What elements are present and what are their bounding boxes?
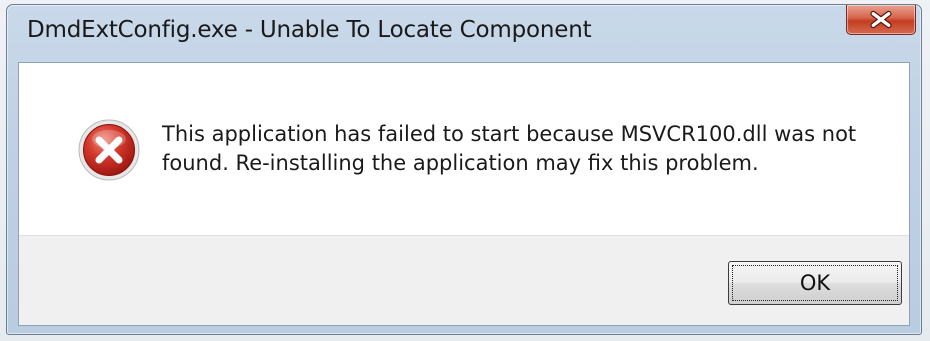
ok-button[interactable]: OK (728, 261, 902, 305)
message-panel: This application has failed to start bec… (19, 63, 909, 235)
close-button[interactable] (846, 5, 916, 35)
button-bar: OK (19, 235, 909, 325)
error-message: This application has failed to start bec… (162, 122, 857, 175)
title-bar[interactable]: DmdExtConfig.exe - Unable To Locate Comp… (7, 5, 921, 61)
error-dialog: DmdExtConfig.exe - Unable To Locate Comp… (6, 4, 922, 335)
window-title: DmdExtConfig.exe - Unable To Locate Comp… (27, 17, 592, 43)
ok-button-label: OK (799, 271, 831, 295)
dialog-body: This application has failed to start bec… (18, 62, 910, 326)
close-icon (870, 10, 892, 29)
error-icon (78, 119, 140, 181)
